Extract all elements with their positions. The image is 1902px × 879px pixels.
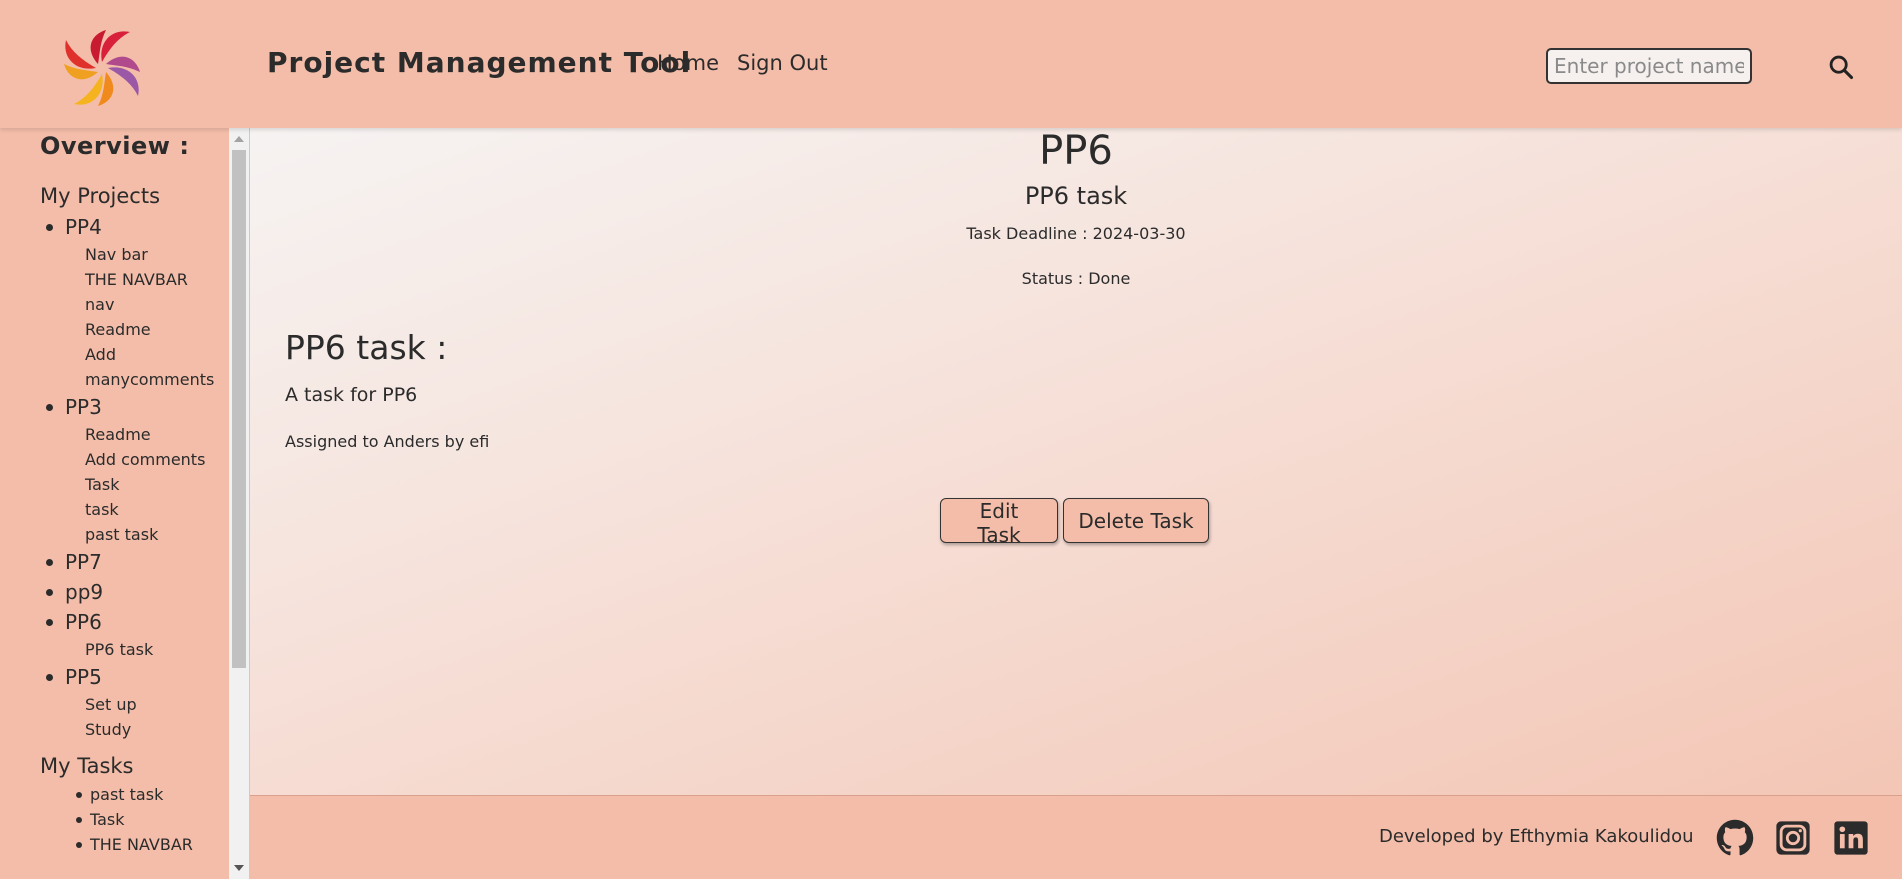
search-icon[interactable] — [1827, 53, 1855, 81]
project-list: PP4 Nav bar THE NAVBAR nav Readme Add ma… — [40, 212, 228, 742]
sidebar-task-item[interactable]: task — [85, 497, 228, 522]
project-task-list: Nav bar THE NAVBAR nav Readme Add manyco… — [40, 242, 228, 392]
task-status: Status : Done — [1021, 269, 1131, 288]
logo-icon[interactable] — [54, 20, 150, 116]
sidebar-task-item[interactable]: Study — [85, 717, 228, 742]
sidebar-project-item[interactable]: PP6 — [40, 607, 228, 637]
scroll-down-arrow-icon[interactable] — [234, 865, 244, 871]
task-deadline: Task Deadline : 2024-03-30 — [966, 224, 1186, 243]
nav-sign-out-link[interactable]: Sign Out — [737, 51, 828, 75]
sidebar-task-item[interactable]: Set up — [85, 692, 228, 717]
project-title: PP6 — [1039, 128, 1113, 174]
project-task-list: Set up Study — [40, 692, 228, 742]
edit-task-button[interactable]: Edit Task — [940, 498, 1058, 547]
my-task-item[interactable]: THE NAVBAR — [76, 832, 228, 857]
footer: Developed by Efthymia Kakoulidou — [250, 796, 1902, 879]
task-assignment: Assigned to Anders by efi — [285, 432, 490, 451]
task-detail-heading: PP6 task : — [285, 328, 448, 367]
sidebar-task-item[interactable]: nav — [85, 292, 228, 317]
delete-task-button[interactable]: Delete Task — [1063, 498, 1209, 543]
brand-title: Project Management Tool — [267, 46, 692, 79]
sidebar-title: Overview : — [40, 132, 190, 160]
instagram-icon[interactable] — [1774, 819, 1812, 857]
task-detail-panel: PP6 PP6 task Task Deadline : 2024-03-30 … — [250, 128, 1902, 796]
scroll-up-arrow-icon[interactable] — [234, 136, 244, 142]
sidebar-task-item[interactable]: Nav bar — [85, 242, 228, 267]
sidebar-task-item[interactable]: Add comments — [85, 447, 228, 472]
sidebar: Overview : My Projects PP4 Nav bar THE N… — [0, 128, 228, 879]
sidebar-task-item[interactable]: Readme — [85, 317, 228, 342]
my-task-item[interactable]: past task — [76, 782, 228, 807]
sidebar-task-item[interactable]: Task — [85, 472, 228, 497]
sidebar-task-item[interactable]: Add manycomments — [85, 342, 225, 392]
footer-credit: Developed by Efthymia Kakoulidou — [1379, 826, 1694, 847]
sidebar-project-item[interactable]: PP4 — [40, 212, 228, 242]
sidebar-scrollbar[interactable] — [229, 128, 249, 879]
my-task-item[interactable]: Task — [76, 807, 228, 832]
my-tasks-list: past task Task THE NAVBAR — [40, 782, 228, 857]
header: Project Management Tool Home Sign Out — [0, 0, 1902, 128]
linkedin-icon[interactable] — [1832, 819, 1870, 857]
sidebar-task-item[interactable]: THE NAVBAR — [85, 267, 228, 292]
task-description: A task for PP6 — [285, 384, 418, 406]
search-input[interactable] — [1546, 48, 1752, 84]
sidebar-task-item[interactable]: PP6 task — [85, 637, 228, 662]
scroll-thumb[interactable] — [232, 150, 246, 668]
nav-home-link[interactable]: Home — [657, 51, 719, 75]
sidebar-project-item[interactable]: PP3 — [40, 392, 228, 422]
task-title: PP6 task — [1024, 182, 1128, 210]
github-icon[interactable] — [1716, 819, 1754, 857]
my-tasks-label: My Tasks — [40, 754, 134, 778]
project-task-list: Readme Add comments Task task past task — [40, 422, 228, 547]
sidebar-project-item[interactable]: PP5 — [40, 662, 228, 692]
project-task-list: PP6 task — [40, 637, 228, 662]
sidebar-task-item[interactable]: past task — [85, 522, 228, 547]
sidebar-task-item[interactable]: Readme — [85, 422, 228, 447]
sidebar-project-item[interactable]: PP7 — [40, 547, 228, 577]
my-projects-label: My Projects — [40, 184, 161, 208]
sidebar-project-item[interactable]: pp9 — [40, 577, 228, 607]
